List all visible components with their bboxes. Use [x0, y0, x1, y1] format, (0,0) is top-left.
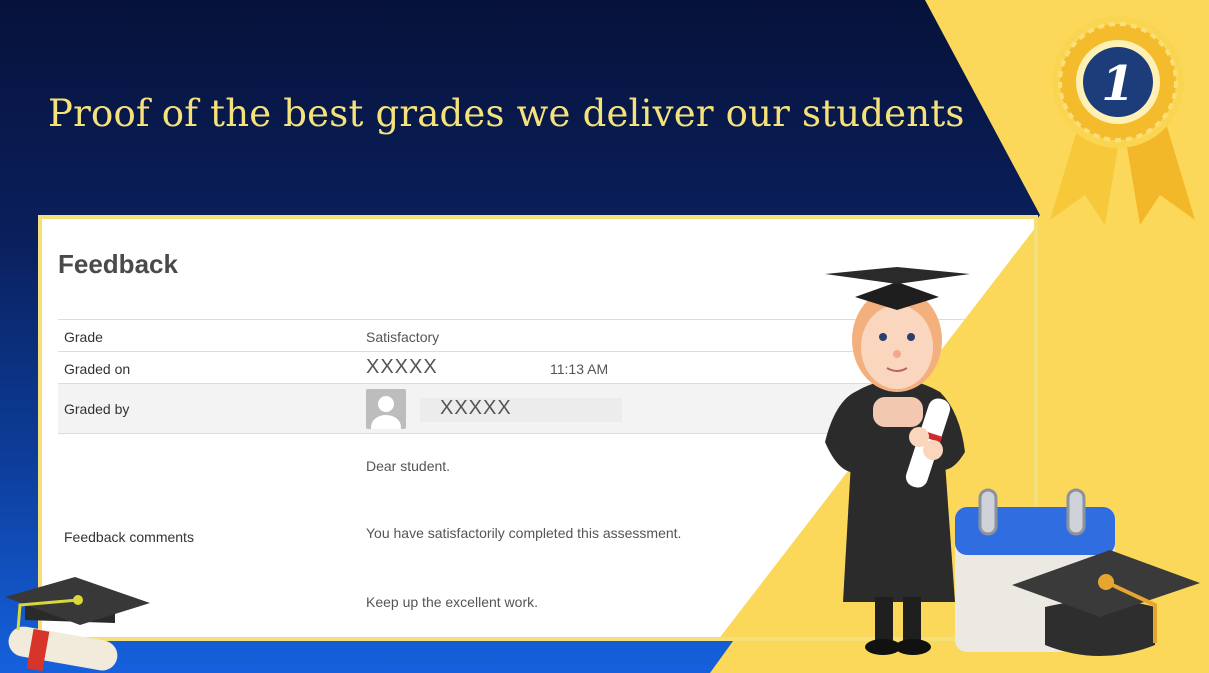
cap-diploma-icon	[5, 577, 150, 672]
badge-number: 1	[1101, 56, 1134, 112]
award-ribbon-icon: 1	[1050, 16, 1195, 225]
page-headline: Proof of the best grades we deliver our …	[48, 92, 965, 135]
calendar-graduation-cap-icon	[955, 488, 1200, 656]
